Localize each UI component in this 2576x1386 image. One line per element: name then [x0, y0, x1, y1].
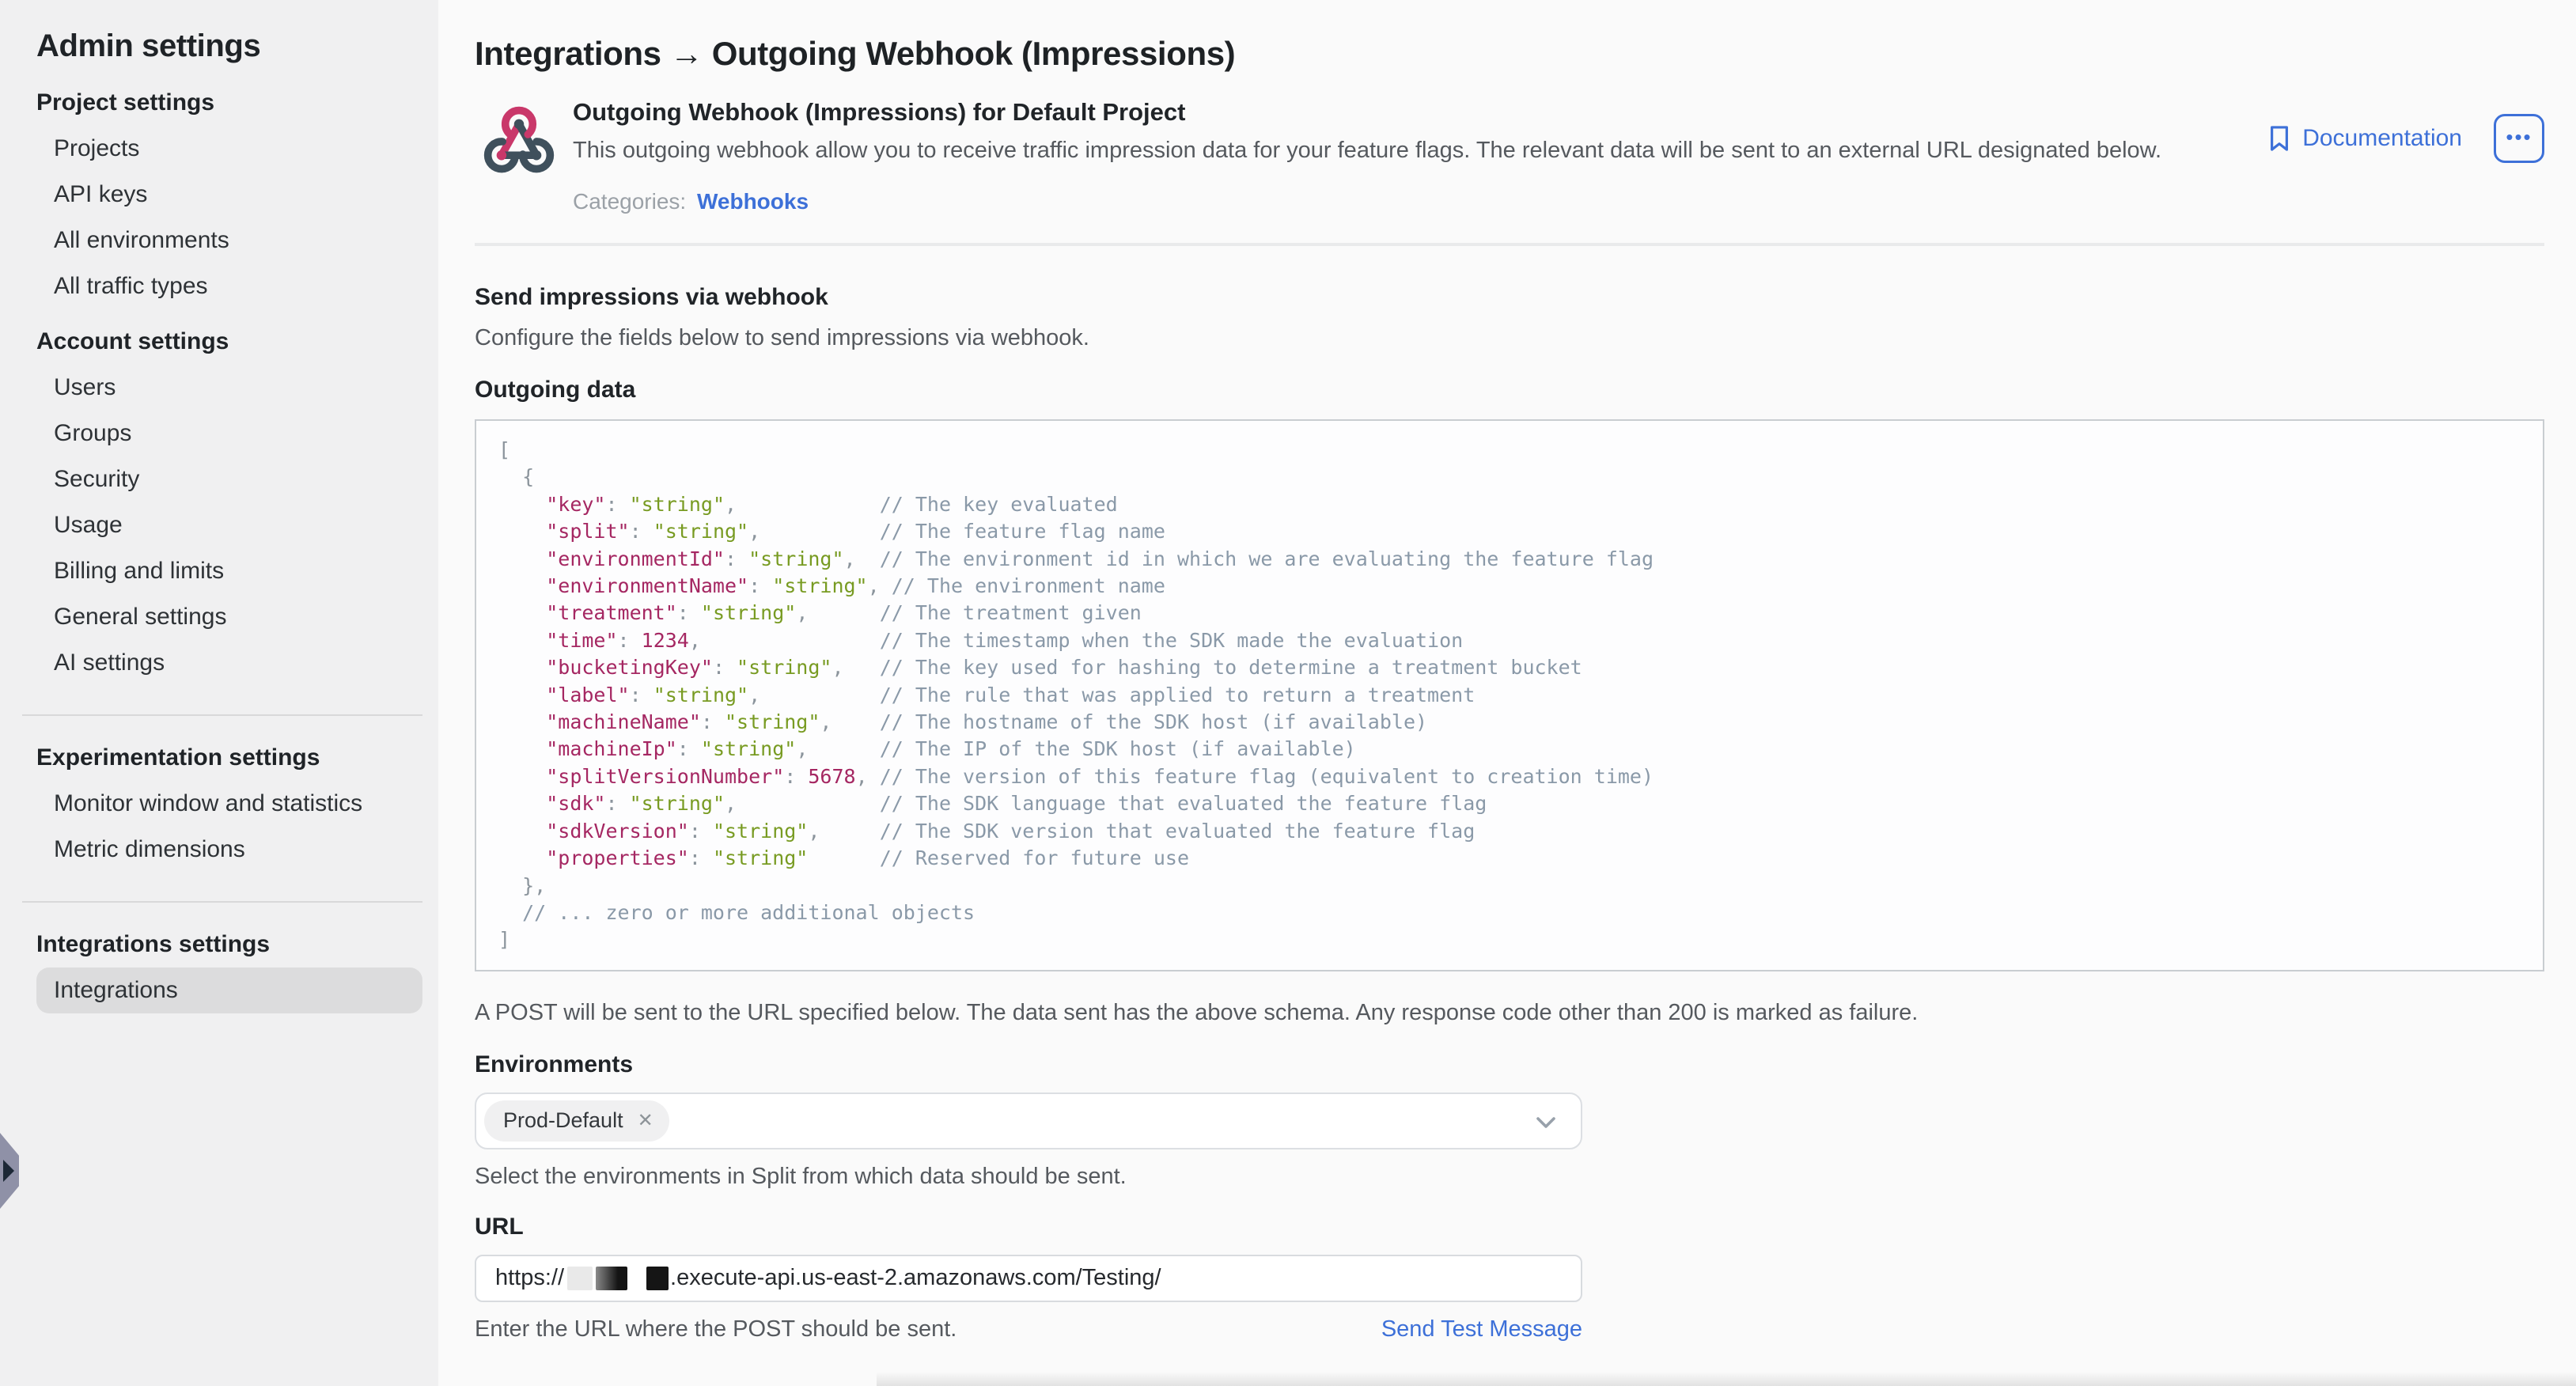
sidebar-item-metric-dimensions[interactable]: Metric dimensions — [36, 827, 422, 873]
integration-header: Outgoing Webhook (Impressions) for Defau… — [475, 95, 2544, 214]
schema-line: "machineName": "string", // The hostname… — [498, 709, 2521, 736]
scroll-shadow — [877, 1372, 2576, 1386]
sidebar-divider — [22, 714, 422, 716]
schema-line: { — [498, 464, 2521, 490]
url-helper-row: Enter the URL where the POST should be s… — [475, 1316, 1582, 1342]
documentation-link[interactable]: Documentation — [2267, 124, 2462, 153]
environments-helper: Select the environments in Split from wh… — [475, 1164, 2544, 1190]
integration-categories: Categories: Webhooks — [573, 189, 2267, 214]
admin-settings-page: Admin settings Project settings Projects… — [0, 0, 2576, 1386]
sidebar-item-api-keys[interactable]: API keys — [36, 172, 422, 218]
sidebar-item-general-settings[interactable]: General settings — [36, 594, 422, 640]
schema-line: "treatment": "string", // The treatment … — [498, 600, 2521, 627]
schema-line: "label": "string", // The rule that was … — [498, 682, 2521, 709]
categories-label: Categories: — [573, 189, 686, 214]
webhook-logo-icon — [481, 101, 557, 180]
remove-tag-icon[interactable]: ✕ — [638, 1111, 653, 1130]
environment-tag-label: Prod-Default — [503, 1108, 623, 1133]
sidebar-section-integrations-settings: Integrations settings — [36, 931, 422, 958]
url-value-suffix: .execute-api.us-east-2.amazonaws.com/Tes… — [670, 1265, 1161, 1291]
schema-line: }, — [498, 873, 2521, 899]
webhook-section-heading: Send impressions via webhook — [475, 284, 2544, 311]
sidebar-section-project-settings: Project settings — [36, 89, 422, 116]
bookmark-icon — [2267, 124, 2291, 153]
sidebar-title: Admin settings — [36, 28, 422, 64]
environment-tag: Prod-Default ✕ — [484, 1100, 669, 1142]
more-options-button[interactable]: ••• — [2494, 114, 2544, 163]
url-helper: Enter the URL where the POST should be s… — [475, 1316, 957, 1342]
section-divider — [475, 243, 2544, 246]
url-value-prefix: https:// — [495, 1265, 564, 1291]
schema-line: "sdk": "string", // The SDK language tha… — [498, 790, 2521, 817]
url-input[interactable]: https:// .execute-api.us-east-2.amazonaw… — [475, 1255, 1582, 1302]
schema-line: "environmentId": "string", // The enviro… — [498, 546, 2521, 573]
sidebar-item-projects[interactable]: Projects — [36, 126, 422, 172]
redaction-block — [567, 1267, 593, 1290]
environments-label: Environments — [475, 1051, 2544, 1078]
schema-line: ] — [498, 926, 2521, 953]
schema-line: "time": 1234, // The timestamp when the … — [498, 627, 2521, 654]
redaction-block — [646, 1267, 669, 1290]
outgoing-data-label: Outgoing data — [475, 377, 2544, 403]
sidebar-divider — [22, 901, 422, 903]
chevron-down-icon — [1533, 1110, 1559, 1135]
schema-line: "split": "string", // The feature flag n… — [498, 518, 2521, 545]
sidebar-item-monitor-window-and-statistics[interactable]: Monitor window and statistics — [36, 781, 422, 827]
sidebar: Admin settings Project settings Projects… — [0, 0, 438, 1386]
schema-line: "bucketingKey": "string", // The key use… — [498, 654, 2521, 681]
webhook-section-subheading: Configure the fields below to send impre… — [475, 325, 2544, 351]
page-title: Integrations → Outgoing Webhook (Impress… — [475, 35, 2544, 73]
integration-description: This outgoing webhook allow you to recei… — [573, 138, 2267, 164]
sidebar-item-integrations[interactable]: Integrations — [36, 968, 422, 1013]
sidebar-section-experimentation-settings: Experimentation settings — [36, 744, 422, 771]
category-link-webhooks[interactable]: Webhooks — [697, 189, 809, 214]
sidebar-item-groups[interactable]: Groups — [36, 411, 422, 456]
schema-line: "environmentName": "string", // The envi… — [498, 573, 2521, 600]
schema-line: "sdkVersion": "string", // The SDK versi… — [498, 818, 2521, 845]
sidebar-item-security[interactable]: Security — [36, 456, 422, 502]
send-test-message-link[interactable]: Send Test Message — [1381, 1316, 1582, 1342]
schema-line: "properties": "string" // Reserved for f… — [498, 845, 2521, 872]
sidebar-item-billing-and-limits[interactable]: Billing and limits — [36, 548, 422, 594]
documentation-label: Documentation — [2302, 125, 2462, 152]
environments-select[interactable]: Prod-Default ✕ — [475, 1093, 1582, 1149]
sidebar-section-account-settings: Account settings — [36, 328, 422, 355]
sidebar-item-ai-settings[interactable]: AI settings — [36, 640, 422, 686]
sidebar-item-usage[interactable]: Usage — [36, 502, 422, 548]
integration-actions: Documentation ••• — [2267, 114, 2544, 163]
redaction-block — [596, 1267, 627, 1290]
integration-info: Outgoing Webhook (Impressions) for Defau… — [573, 95, 2267, 214]
schema-line: [ — [498, 437, 2521, 464]
chevron-right-icon — [3, 1160, 14, 1182]
integration-title: Outgoing Webhook (Impressions) for Defau… — [573, 98, 2267, 127]
outgoing-data-schema: [ { "key": "string", // The key evaluate… — [475, 419, 2544, 971]
sidebar-item-users[interactable]: Users — [36, 365, 422, 411]
schema-line: "machineIp": "string", // The IP of the … — [498, 736, 2521, 763]
sidebar-item-all-traffic-types[interactable]: All traffic types — [36, 263, 422, 309]
sidebar-item-all-environments[interactable]: All environments — [36, 218, 422, 263]
schema-line: "splitVersionNumber": 5678, // The versi… — [498, 763, 2521, 790]
main-content: Integrations → Outgoing Webhook (Impress… — [438, 0, 2576, 1386]
url-label: URL — [475, 1214, 2544, 1240]
post-note: A POST will be sent to the URL specified… — [475, 1000, 2544, 1026]
schema-line: // ... zero or more additional objects — [498, 899, 2521, 926]
schema-line: "key": "string", // The key evaluated — [498, 491, 2521, 518]
